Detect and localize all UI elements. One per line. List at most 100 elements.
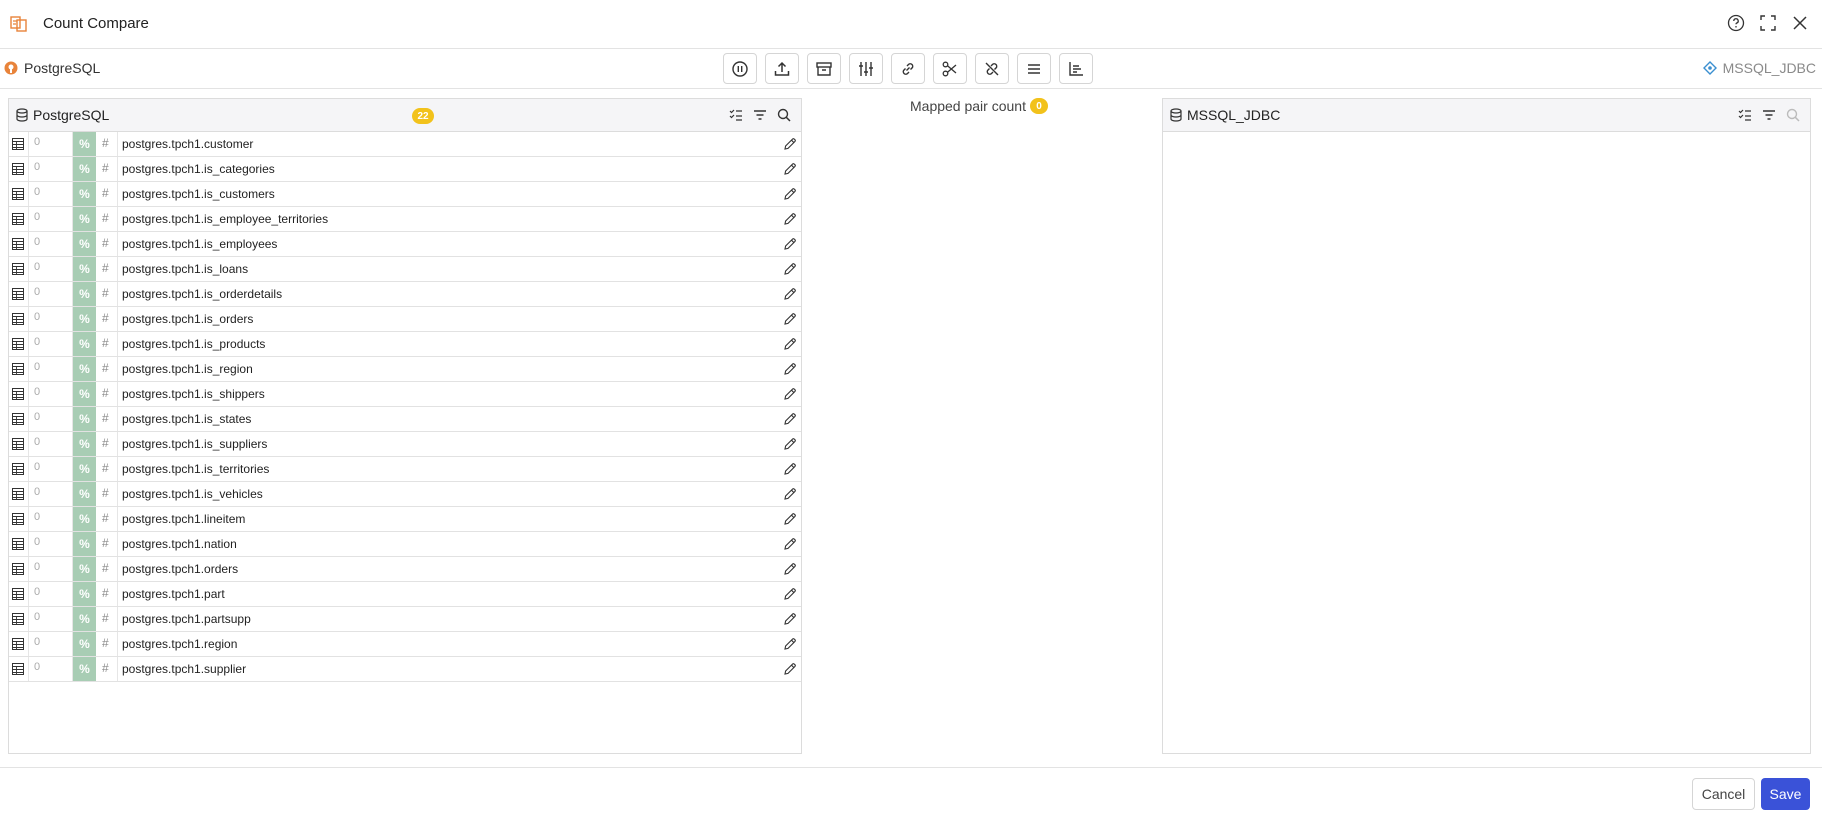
table-row[interactable]: 0% # postgres.tpch1.customer (9, 132, 801, 157)
mapped-pair-label: Mapped pair count (910, 98, 1026, 114)
edit-icon[interactable] (783, 187, 797, 201)
hash-cell: # (102, 511, 109, 525)
search-button[interactable] (777, 108, 791, 122)
pause-button[interactable] (723, 53, 757, 84)
table-name: postgres.tpch1.is_region (122, 362, 253, 376)
filter-button[interactable] (1762, 108, 1776, 122)
table-name: postgres.tpch1.is_categories (122, 162, 275, 176)
chart-button[interactable] (1059, 53, 1093, 84)
table-row[interactable]: 0% # postgres.tpch1.is_customers (9, 182, 801, 207)
archive-button[interactable] (807, 53, 841, 84)
toolbar (723, 53, 1093, 84)
unlink-button[interactable] (975, 53, 1009, 84)
settings-sliders-button[interactable] (849, 53, 883, 84)
table-icon (12, 563, 24, 575)
edit-icon[interactable] (783, 137, 797, 151)
edit-icon[interactable] (783, 387, 797, 401)
edit-icon[interactable] (783, 662, 797, 676)
table-row[interactable]: 0% # postgres.tpch1.is_vehicles (9, 482, 801, 507)
source-connection: PostgreSQL (4, 60, 100, 76)
table-row[interactable]: 0% # postgres.tpch1.supplier (9, 657, 801, 682)
edit-icon[interactable] (783, 162, 797, 176)
toolbar-row: PostgreSQL MSSQL_JDBC (0, 49, 1822, 89)
percent-cell: % (73, 257, 96, 281)
table-row[interactable]: 0% # postgres.tpch1.is_orders (9, 307, 801, 332)
table-row[interactable]: 0% # postgres.tpch1.is_employees (9, 232, 801, 257)
row-count: 0 (34, 236, 41, 248)
table-row[interactable]: 0% # postgres.tpch1.is_suppliers (9, 432, 801, 457)
edit-icon[interactable] (783, 537, 797, 551)
percent-cell: % (73, 532, 96, 556)
table-row[interactable]: 0% # postgres.tpch1.is_employee_territorie… (9, 207, 801, 232)
table-row[interactable]: 0% # postgres.tpch1.nation (9, 532, 801, 557)
table-row[interactable]: 0% # postgres.tpch1.partsupp (9, 607, 801, 632)
table-row[interactable]: 0% # postgres.tpch1.is_shippers (9, 382, 801, 407)
table-name: postgres.tpch1.is_products (122, 337, 266, 351)
edit-icon[interactable] (783, 637, 797, 651)
edit-icon[interactable] (783, 587, 797, 601)
row-count: 0 (34, 611, 41, 623)
table-row[interactable]: 0% # postgres.tpch1.is_orderdetails (9, 282, 801, 307)
percent-cell: % (73, 607, 96, 631)
table-name: postgres.tpch1.is_orders (122, 312, 254, 326)
filter-button[interactable] (753, 108, 767, 122)
hash-cell: # (102, 186, 109, 200)
edit-icon[interactable] (783, 312, 797, 326)
maximize-icon (1760, 15, 1776, 31)
cancel-button[interactable]: Cancel (1692, 778, 1755, 810)
search-icon (1786, 108, 1800, 122)
filter-icon (1763, 110, 1775, 120)
edit-icon[interactable] (783, 237, 797, 251)
row-count: 0 (34, 211, 41, 223)
edit-icon[interactable] (783, 462, 797, 476)
edit-icon[interactable] (783, 412, 797, 426)
table-name: postgres.tpch1.lineitem (122, 512, 246, 526)
row-count: 0 (34, 411, 41, 423)
edit-icon[interactable] (783, 287, 797, 301)
upload-button[interactable] (765, 53, 799, 84)
percent-cell: % (73, 457, 96, 481)
edit-icon[interactable] (783, 262, 797, 276)
save-button[interactable]: Save (1761, 778, 1810, 810)
search-button[interactable] (1786, 108, 1800, 122)
percent-cell: % (73, 657, 96, 681)
edit-icon[interactable] (783, 362, 797, 376)
select-all-button[interactable] (729, 108, 743, 122)
row-count: 0 (34, 661, 41, 673)
table-icon (12, 163, 24, 175)
table-row[interactable]: 0% # postgres.tpch1.region (9, 632, 801, 657)
edit-icon[interactable] (783, 487, 797, 501)
help-button[interactable] (1726, 13, 1746, 33)
hash-cell: # (102, 436, 109, 450)
table-row[interactable]: 0% # postgres.tpch1.is_loans (9, 257, 801, 282)
table-icon (12, 663, 24, 675)
close-button[interactable] (1790, 13, 1810, 33)
table-row[interactable]: 0% # postgres.tpch1.part (9, 582, 801, 607)
table-row[interactable]: 0% # postgres.tpch1.is_categories (9, 157, 801, 182)
maximize-button[interactable] (1758, 13, 1778, 33)
edit-icon[interactable] (783, 212, 797, 226)
hash-cell: # (102, 411, 109, 425)
hash-cell: # (102, 136, 109, 150)
table-row[interactable]: 0% # postgres.tpch1.is_products (9, 332, 801, 357)
edit-icon[interactable] (783, 612, 797, 626)
select-all-button[interactable] (1738, 108, 1752, 122)
edit-icon[interactable] (783, 512, 797, 526)
edit-icon[interactable] (783, 437, 797, 451)
table-row[interactable]: 0% # postgres.tpch1.is_states (9, 407, 801, 432)
cut-button[interactable] (933, 53, 967, 84)
edit-icon[interactable] (783, 562, 797, 576)
mapped-pair-count: Mapped pair count 0 (910, 98, 1048, 114)
table-row[interactable]: 0% # postgres.tpch1.lineitem (9, 507, 801, 532)
table-row[interactable]: 0% # postgres.tpch1.is_region (9, 357, 801, 382)
table-row[interactable]: 0% # postgres.tpch1.is_territories (9, 457, 801, 482)
link-button[interactable] (891, 53, 925, 84)
title-bar: Count Compare (0, 0, 1822, 49)
row-count: 0 (34, 536, 41, 548)
list-icon (1028, 63, 1040, 74)
list-button[interactable] (1017, 53, 1051, 84)
table-row[interactable]: 0% # postgres.tpch1.orders (9, 557, 801, 582)
table-name: postgres.tpch1.is_orderdetails (122, 287, 283, 301)
edit-icon[interactable] (783, 337, 797, 351)
source-panel-header: PostgreSQL 22 (9, 99, 801, 132)
